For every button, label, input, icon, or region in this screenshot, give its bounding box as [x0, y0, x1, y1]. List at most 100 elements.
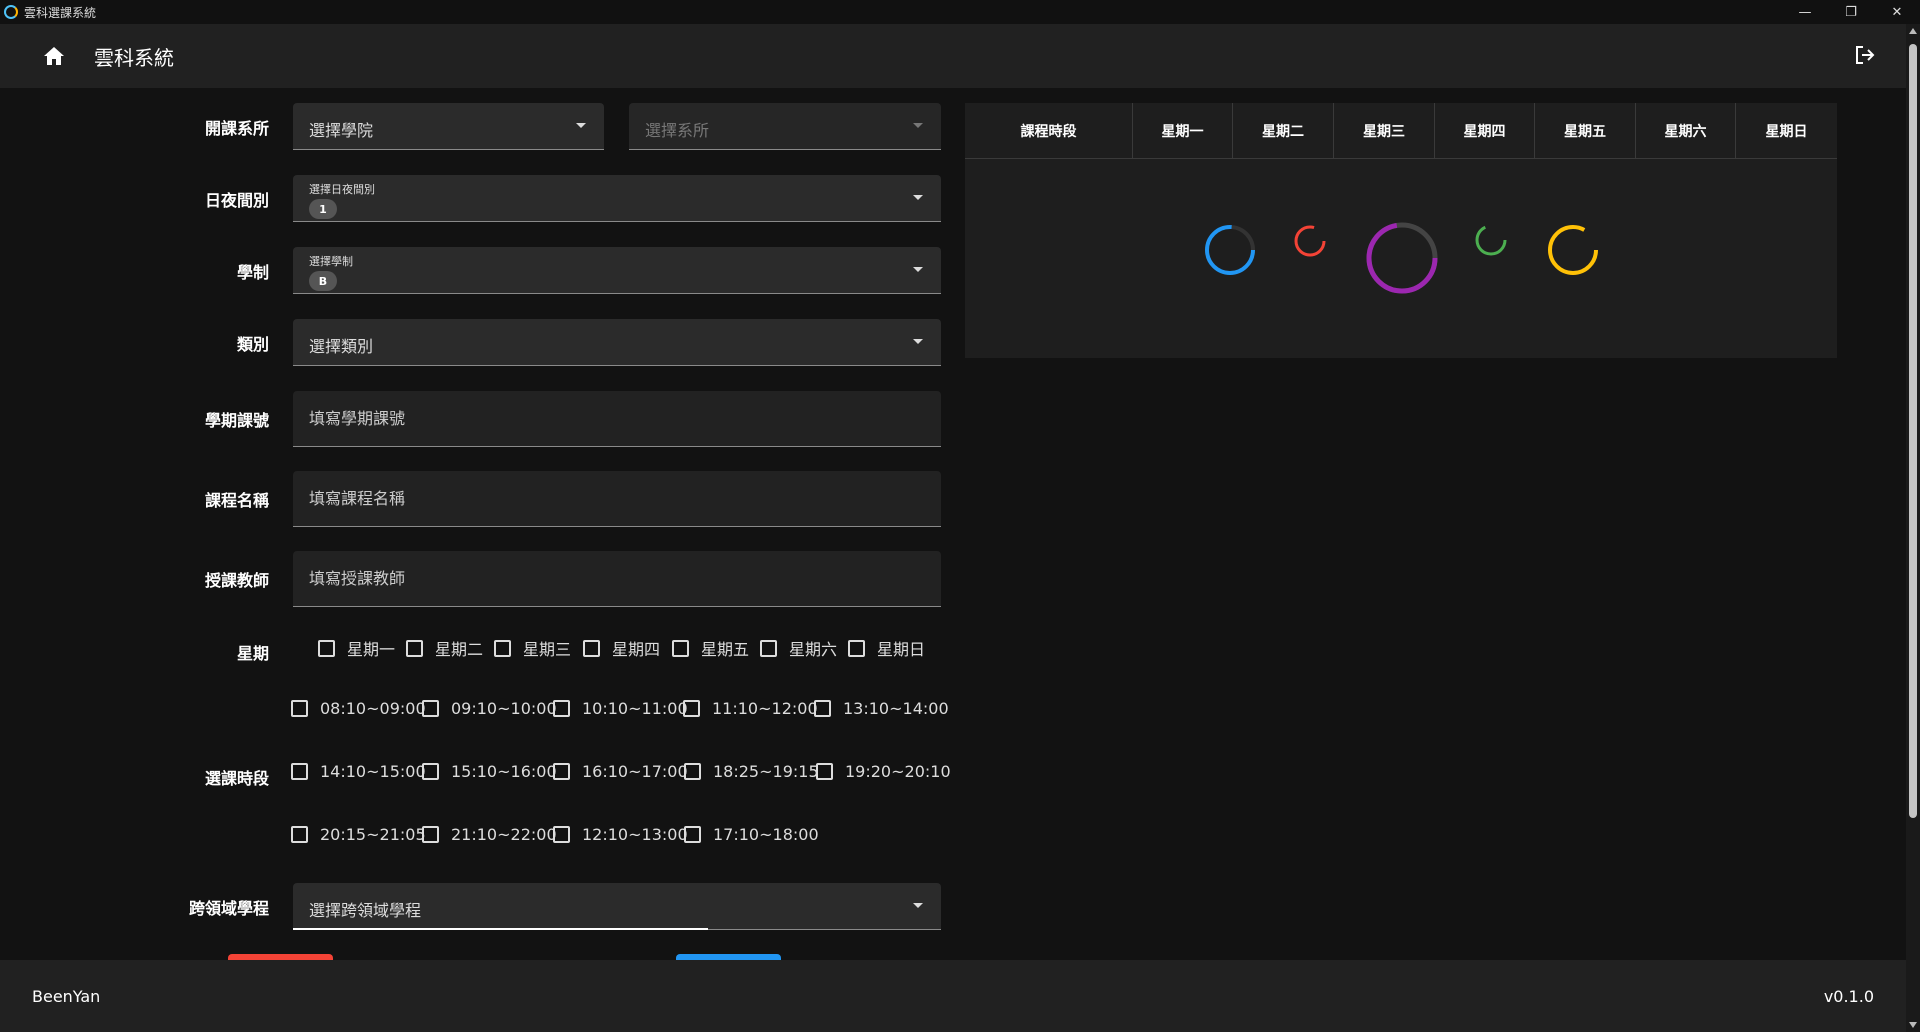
checkbox-icon[interactable]	[422, 763, 439, 780]
vertical-scrollbar[interactable]	[1906, 24, 1920, 1032]
close-icon[interactable]: ✕	[1874, 0, 1920, 24]
checkbox-icon[interactable]	[291, 700, 308, 717]
course-no-input[interactable]	[309, 391, 889, 445]
teacher-field[interactable]	[293, 551, 941, 607]
schedule-col-header: 星期日	[1765, 124, 1808, 140]
weekday-checkbox-tue[interactable]: 星期二	[406, 636, 483, 660]
main-content: 開課系所 選擇學院 選擇系所 日夜間別 選擇日夜間別 1 學制 選擇學制 B 類…	[0, 88, 1906, 960]
checkbox-icon[interactable]	[684, 763, 701, 780]
system-field-label: 選擇學制	[309, 255, 353, 268]
focus-underline	[293, 928, 708, 930]
weekday-label: 星期	[236, 644, 269, 663]
weekday-option-label: 星期日	[877, 640, 926, 659]
checkbox-icon[interactable]	[318, 639, 335, 657]
dept-select[interactable]: 選擇系所	[629, 103, 941, 150]
footer-author: BeenYan	[32, 986, 101, 1006]
weekday-checkbox-wed[interactable]: 星期三	[494, 636, 571, 660]
checkbox-icon[interactable]	[816, 763, 833, 780]
checkbox-icon[interactable]	[683, 700, 700, 717]
timeslot-checkbox[interactable]: 17:10~18:00	[684, 825, 819, 844]
weekday-option-label: 星期一	[347, 640, 396, 659]
daynight-label: 日夜間別	[204, 191, 269, 210]
checkbox-icon[interactable]	[684, 826, 701, 843]
chevron-down-icon	[576, 123, 586, 128]
checkbox-icon[interactable]	[422, 826, 439, 843]
schedule-col-header: 星期四	[1435, 103, 1535, 159]
checkbox-icon[interactable]	[291, 826, 308, 843]
timeslot-option-label: 10:10~11:00	[582, 699, 688, 718]
schedule-col-header: 星期三	[1334, 103, 1435, 159]
daynight-select[interactable]: 選擇日夜間別 1	[293, 175, 941, 222]
daynight-field-label: 選擇日夜間別	[309, 183, 375, 196]
weekday-checkbox-sat[interactable]: 星期六	[760, 636, 837, 660]
checkbox-icon[interactable]	[672, 639, 689, 657]
timeslot-checkbox[interactable]: 11:10~12:00	[683, 699, 818, 718]
timeslot-checkbox[interactable]: 16:10~17:00	[553, 762, 688, 781]
timeslot-checkbox[interactable]: 10:10~11:00	[553, 699, 688, 718]
weekday-option-label: 星期六	[789, 640, 838, 659]
weekday-checkbox-fri[interactable]: 星期五	[672, 636, 749, 660]
timeslot-option-label: 08:10~09:00	[320, 699, 426, 718]
checkbox-icon[interactable]	[760, 639, 777, 657]
college-select[interactable]: 選擇學院	[293, 103, 604, 150]
timeslot-checkbox[interactable]: 13:10~14:00	[814, 699, 949, 718]
weekday-option-label: 星期三	[523, 640, 572, 659]
timeslot-option-label: 14:10~15:00	[320, 762, 426, 781]
timeslot-checkbox[interactable]: 12:10~13:00	[553, 825, 688, 844]
weekday-option-label: 星期二	[435, 640, 484, 659]
scroll-up-icon[interactable]	[1909, 28, 1917, 34]
timeslot-checkbox[interactable]: 14:10~15:00	[291, 762, 426, 781]
scroll-down-icon[interactable]	[1909, 1022, 1917, 1028]
weekday-checkbox-sun[interactable]: 星期日	[848, 636, 925, 660]
timeslot-option-label: 12:10~13:00	[582, 825, 688, 844]
loading-spinner-icon	[1294, 225, 1326, 257]
teacher-label: 授課教師	[204, 571, 269, 590]
app-title: 雲科系統	[94, 45, 174, 70]
weekday-checkbox-mon[interactable]: 星期一	[318, 636, 395, 660]
logout-icon[interactable]	[1854, 44, 1878, 68]
system-chip: B	[309, 271, 337, 291]
course-name-field[interactable]	[293, 471, 941, 527]
checkbox-icon[interactable]	[553, 700, 570, 717]
schedule-table: 課程時段 星期一 星期二 星期三 星期四 星期五 星期六 星期日	[965, 103, 1837, 358]
timeslot-checkbox[interactable]: 15:10~16:00	[422, 762, 557, 781]
timeslot-checkbox[interactable]: 09:10~10:00	[422, 699, 557, 718]
timeslot-checkbox[interactable]: 08:10~09:00	[291, 699, 426, 718]
course-no-label: 學期課號	[204, 411, 269, 430]
system-select[interactable]: 選擇學制 B	[293, 247, 941, 294]
checkbox-icon[interactable]	[422, 700, 439, 717]
home-icon[interactable]	[42, 44, 66, 68]
minimize-icon[interactable]: —	[1782, 0, 1828, 24]
timeslot-checkbox[interactable]: 18:25~19:15	[684, 762, 819, 781]
category-select-placeholder: 選擇類別	[309, 337, 374, 356]
checkbox-icon[interactable]	[494, 639, 511, 657]
app-logo-icon	[4, 5, 18, 19]
cross-program-select[interactable]: 選擇跨領域學程	[293, 883, 941, 930]
window-controls: — ❐ ✕	[1782, 0, 1920, 24]
teacher-input[interactable]	[309, 551, 889, 605]
timeslot-checkbox[interactable]: 21:10~22:00	[422, 825, 557, 844]
checkbox-icon[interactable]	[848, 639, 865, 657]
scrollbar-thumb[interactable]	[1909, 44, 1917, 818]
checkbox-icon[interactable]	[406, 639, 423, 657]
schedule-col-header: 星期五	[1535, 103, 1636, 159]
checkbox-icon[interactable]	[814, 700, 831, 717]
checkbox-icon[interactable]	[553, 763, 570, 780]
checkbox-icon[interactable]	[291, 763, 308, 780]
restore-icon[interactable]: ❐	[1828, 0, 1874, 24]
chevron-down-icon	[913, 195, 923, 200]
timeslot-checkbox[interactable]: 19:20~20:10	[816, 762, 951, 781]
timeslot-checkbox[interactable]: 20:15~21:05	[291, 825, 426, 844]
system-label: 學制	[236, 263, 269, 282]
timeslot-label: 選課時段	[204, 769, 269, 788]
checkbox-icon[interactable]	[583, 639, 600, 657]
course-name-input[interactable]	[309, 471, 889, 525]
timeslot-option-label: 21:10~22:00	[451, 825, 557, 844]
weekday-option-label: 星期五	[701, 640, 750, 659]
checkbox-icon[interactable]	[553, 826, 570, 843]
course-no-field[interactable]	[293, 391, 941, 447]
weekday-checkbox-thu[interactable]: 星期四	[583, 636, 660, 660]
category-label: 類別	[236, 335, 269, 354]
loading-spinners	[1205, 222, 1598, 294]
category-select[interactable]: 選擇類別	[293, 319, 941, 366]
